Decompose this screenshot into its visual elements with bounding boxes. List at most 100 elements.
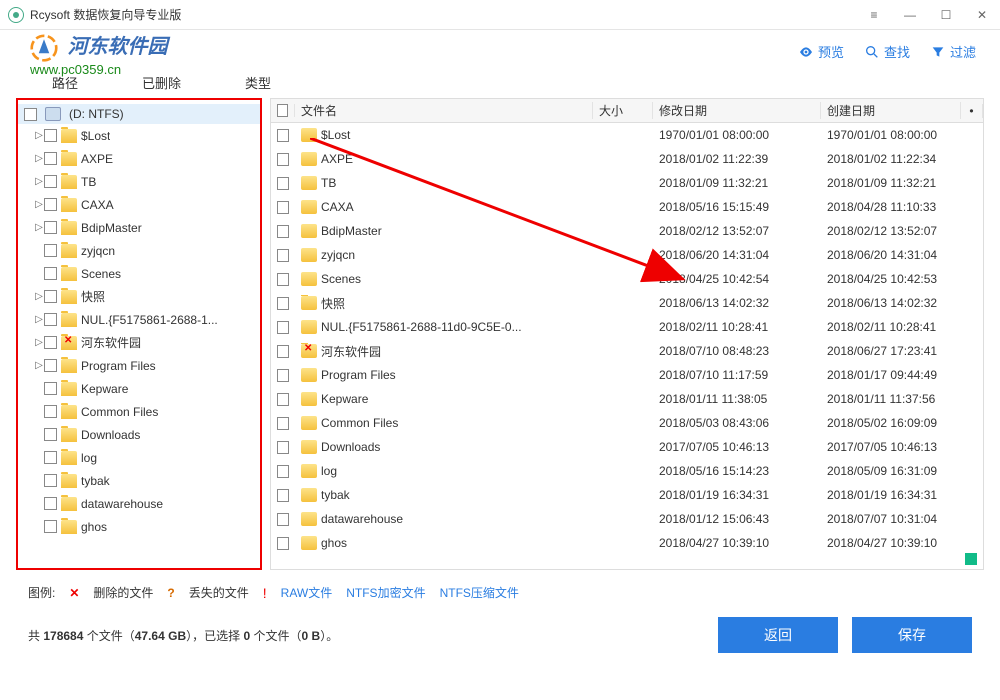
table-row[interactable]: 快照2018/06/13 14:02:322018/06/13 14:02:32 [271,291,983,315]
col-size[interactable]: 大小 [593,102,653,119]
tree-item[interactable]: ▷快照 [18,285,260,308]
tree-item[interactable]: ▷BdipMaster [18,216,260,239]
table-row[interactable]: NUL.{F5175861-2688-11d0-9C5E-0...2018/02… [271,315,983,339]
table-row[interactable]: Common Files2018/05/03 08:43:062018/05/0… [271,411,983,435]
tree-item[interactable]: Scenes [18,262,260,285]
checkbox[interactable] [44,267,57,280]
checkbox[interactable] [277,393,289,406]
tab-type[interactable]: 类型 [233,69,283,96]
checkbox[interactable] [277,153,289,166]
checkbox[interactable] [277,417,289,430]
checkbox[interactable] [277,321,289,334]
tree-item[interactable]: datawarehouse [18,492,260,515]
tree-drive-row[interactable]: (D: NTFS) [18,104,260,124]
search-button[interactable]: 查找 [864,42,910,61]
table-row[interactable]: zyjqcn2018/06/20 14:31:042018/06/20 14:3… [271,243,983,267]
checkbox[interactable] [277,537,289,550]
checkbox[interactable] [277,345,289,358]
tree-item[interactable]: ghos [18,515,260,538]
checkbox[interactable] [44,290,57,303]
save-button[interactable]: 保存 [852,617,972,653]
tree-item[interactable]: ▷CAXA [18,193,260,216]
checkbox[interactable] [277,513,289,526]
tree-item[interactable]: Downloads [18,423,260,446]
checkbox[interactable] [44,313,57,326]
scroll-indicator[interactable] [965,553,977,565]
back-button[interactable]: 返回 [718,617,838,653]
menu-icon[interactable]: ≡ [864,5,884,25]
checkbox[interactable] [44,336,57,349]
minimize-icon[interactable]: — [900,5,920,25]
table-row[interactable]: Downloads2017/07/05 10:46:132017/07/05 1… [271,435,983,459]
table-row[interactable]: tybak2018/01/19 16:34:312018/01/19 16:34… [271,483,983,507]
checkbox[interactable] [44,152,57,165]
table-row[interactable]: TB2018/01/09 11:32:212018/01/09 11:32:21 [271,171,983,195]
caret-icon[interactable]: ▷ [34,360,44,371]
checkbox[interactable] [24,108,37,121]
checkbox[interactable] [44,451,57,464]
tab-path[interactable]: 路径 [40,69,90,96]
checkbox[interactable] [277,177,289,190]
table-row[interactable]: log2018/05/16 15:14:232018/05/09 16:31:0… [271,459,983,483]
tree-item[interactable]: ▷TB [18,170,260,193]
filter-button[interactable]: 过滤 [930,42,976,61]
checkbox[interactable] [277,273,289,286]
checkbox[interactable] [44,405,57,418]
checkbox[interactable] [44,497,57,510]
checkbox[interactable] [277,369,289,382]
table-row[interactable]: CAXA2018/05/16 15:15:492018/04/28 11:10:… [271,195,983,219]
checkbox[interactable] [277,297,289,310]
checkbox[interactable] [277,465,289,478]
checkbox[interactable] [44,129,57,142]
caret-icon[interactable]: ▷ [34,222,44,233]
checkbox[interactable] [277,129,289,142]
caret-icon[interactable]: ▷ [34,291,44,302]
checkbox[interactable] [277,489,289,502]
checkbox[interactable] [44,221,57,234]
tree-item[interactable]: ▷Program Files [18,354,260,377]
tree-item[interactable]: log [18,446,260,469]
tree-item[interactable]: tybak [18,469,260,492]
checkbox[interactable] [44,520,57,533]
table-row[interactable]: $Lost1970/01/01 08:00:001970/01/01 08:00… [271,123,983,147]
col-created[interactable]: 创建日期 [821,102,961,119]
checkbox[interactable] [277,225,289,238]
maximize-icon[interactable]: ☐ [936,5,956,25]
tree-item[interactable]: zyjqcn [18,239,260,262]
tab-deleted[interactable]: 已删除 [130,69,193,96]
tree-item[interactable]: Kepware [18,377,260,400]
tree-item[interactable]: ▷$Lost [18,124,260,147]
caret-icon[interactable]: ▷ [34,130,44,141]
checkbox[interactable] [44,359,57,372]
checkbox[interactable] [44,244,57,257]
checkbox[interactable] [277,201,289,214]
checkbox[interactable] [44,175,57,188]
table-row[interactable]: Scenes2018/04/25 10:42:542018/04/25 10:4… [271,267,983,291]
caret-icon[interactable]: ▷ [34,176,44,187]
col-modified[interactable]: 修改日期 [653,102,821,119]
table-row[interactable]: datawarehouse2018/01/12 15:06:432018/07/… [271,507,983,531]
table-row[interactable]: Program Files2018/07/10 11:17:592018/01/… [271,363,983,387]
caret-icon[interactable]: ▷ [34,199,44,210]
preview-button[interactable]: 预览 [798,42,844,61]
table-row[interactable]: BdipMaster2018/02/12 13:52:072018/02/12 … [271,219,983,243]
tree-item[interactable]: Common Files [18,400,260,423]
caret-icon[interactable]: ▷ [34,337,44,348]
checkbox[interactable] [44,428,57,441]
caret-icon[interactable]: ▷ [34,153,44,164]
checkbox[interactable] [44,474,57,487]
table-row[interactable]: ghos2018/04/27 10:39:102018/04/27 10:39:… [271,531,983,555]
checkbox[interactable] [277,441,289,454]
caret-icon[interactable]: ▷ [34,314,44,325]
col-name[interactable]: 文件名 [295,102,593,119]
table-row[interactable]: AXPE2018/01/02 11:22:392018/01/02 11:22:… [271,147,983,171]
tree-item[interactable]: ▷河东软件园 [18,331,260,354]
header-checkbox[interactable] [277,104,288,117]
tree-item[interactable]: ▷NUL.{F5175861-2688-1... [18,308,260,331]
checkbox[interactable] [44,198,57,211]
close-icon[interactable]: ✕ [972,5,992,25]
checkbox[interactable] [277,249,289,262]
table-row[interactable]: Kepware2018/01/11 11:38:052018/01/11 11:… [271,387,983,411]
table-row[interactable]: 河东软件园2018/07/10 08:48:232018/06/27 17:23… [271,339,983,363]
tree-item[interactable]: ▷AXPE [18,147,260,170]
